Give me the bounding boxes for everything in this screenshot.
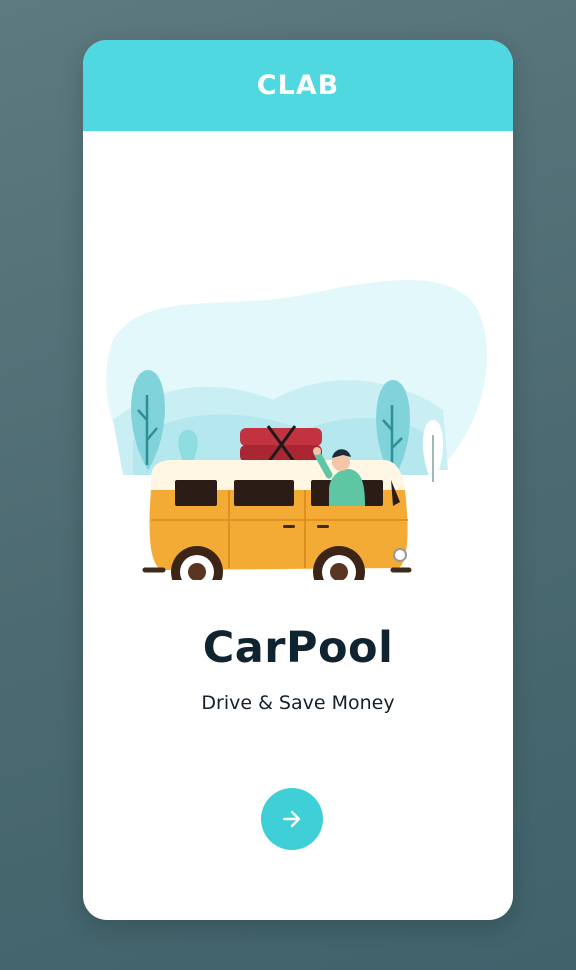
next-button[interactable] — [261, 788, 323, 850]
arrow-right-icon — [282, 810, 301, 828]
page-subtitle: Drive & Save Money — [201, 692, 395, 714]
app-header: CLAB — [83, 40, 513, 131]
page-title: CarPool — [202, 623, 394, 673]
onboarding-screen: CLAB CarPool Drive & Save Money — [83, 40, 513, 920]
app-logo: CLAB — [256, 70, 340, 101]
roof-luggage — [240, 425, 322, 464]
van-illustration — [103, 270, 493, 580]
